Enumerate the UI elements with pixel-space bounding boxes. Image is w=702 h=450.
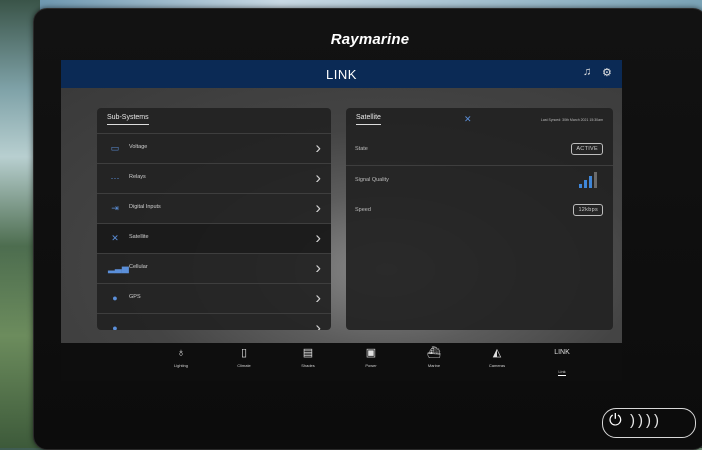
signal-quality-label: Signal Quality	[355, 177, 389, 183]
power-icon: ⏻	[609, 412, 622, 429]
gear-icon[interactable]: ⚙	[602, 66, 612, 79]
shades-icon: ▤	[302, 347, 314, 359]
battery-icon: ▭	[110, 143, 120, 153]
nav-marine[interactable]: ⛴ Marine	[409, 346, 459, 368]
chevron-right-icon: ›	[315, 228, 321, 247]
nav-climate[interactable]: ▯ Climate	[219, 346, 269, 368]
satellite-title: Satellite	[356, 114, 381, 125]
satellite-icon: ✕	[111, 233, 119, 243]
chevron-right-icon: ›	[315, 288, 321, 307]
speed-row: Speed 12kbps	[346, 196, 613, 226]
subsystems-title: Sub-Systems	[107, 114, 149, 125]
chevron-right-icon: ›	[315, 168, 321, 187]
satellite-panel: Satellite ✕ Last Synced: 30th March 2021…	[346, 108, 613, 330]
list-item-label: GPS	[129, 294, 141, 300]
satellite-header: Satellite ✕ Last Synced: 30th March 2021…	[346, 108, 613, 135]
chevron-right-icon: ›	[315, 198, 321, 217]
satellite-icon: ✕	[464, 114, 472, 124]
list-item-cellular[interactable]: ▂▃▅ Cellular ›	[97, 253, 331, 283]
input-icon: ⇥	[111, 203, 119, 213]
bell-icon[interactable]: ♫	[583, 66, 591, 78]
top-bar: LINK ♫ ⚙	[61, 60, 622, 88]
nav-label: Lighting	[173, 363, 188, 368]
display-screen: LINK ♫ ⚙ Sub-Systems ▭ Voltage › ⋯ Relay…	[61, 60, 622, 381]
list-item-partial[interactable]: ● ›	[97, 313, 331, 330]
relay-icon: ⋯	[110, 173, 120, 183]
last-synced-text: Last Synced: 30th March 2021 15:30am	[540, 118, 603, 122]
nav-cameras[interactable]: ◭ Cameras	[472, 346, 522, 368]
speed-badge: 12kbps	[573, 204, 603, 216]
nav-label: Marine	[427, 363, 441, 368]
list-item-voltage[interactable]: ▭ Voltage ›	[97, 133, 331, 163]
bulb-icon: ♁	[176, 347, 186, 359]
link-icon-text: LINK	[554, 349, 570, 356]
speed-label: Speed	[355, 207, 371, 213]
list-item-label: Satellite	[129, 234, 149, 240]
list-item-digital-inputs[interactable]: ⇥ Digital Inputs ›	[97, 193, 331, 223]
list-item-label: Voltage	[129, 144, 148, 150]
list-item-relays[interactable]: ⋯ Relays ›	[97, 163, 331, 193]
list-item-gps[interactable]: ● GPS ›	[97, 283, 331, 313]
list-item-icon: ●	[112, 323, 118, 330]
thermometer-icon: ▯	[240, 347, 248, 359]
list-item-label: Relays	[129, 174, 146, 180]
state-row: State ACTIVE	[346, 135, 613, 166]
chevron-right-icon: ›	[315, 258, 321, 277]
nav-label: Link	[558, 369, 566, 376]
nav-label: Climate	[237, 363, 251, 368]
volume-arcs-icon: ))))	[630, 412, 662, 429]
nav-link[interactable]: LINK Link	[537, 346, 587, 378]
boat-icon: ⛴	[427, 347, 441, 359]
list-item-satellite[interactable]: ✕ Satellite ›	[97, 223, 331, 253]
nav-label: Power	[365, 363, 377, 368]
page-title: LINK	[326, 67, 357, 82]
power-button[interactable]: ⏻ ))))	[602, 408, 696, 438]
brand-logo: Raymarine	[330, 31, 410, 48]
subsystems-panel: Sub-Systems ▭ Voltage › ⋯ Relays › ⇥ Dig…	[97, 108, 331, 330]
list-item-label: Cellular	[129, 264, 148, 270]
signal-strength-icon	[579, 172, 601, 188]
nav-lighting[interactable]: ♁ Lighting	[156, 346, 206, 368]
chevron-right-icon: ›	[315, 318, 321, 330]
signal-quality-row: Signal Quality	[346, 166, 613, 196]
chevron-right-icon: ›	[315, 138, 321, 157]
state-badge: ACTIVE	[571, 143, 603, 155]
subsystems-header: Sub-Systems	[97, 108, 331, 133]
nav-label: Shades	[301, 363, 315, 368]
location-pin-icon: ●	[112, 293, 118, 303]
state-label: State	[355, 146, 368, 152]
bottom-nav: ♁ Lighting ▯ Climate ▤ Shades ▣ Power ⛴ …	[61, 343, 622, 381]
nav-label: Cameras	[488, 363, 506, 368]
list-item-label: Digital Inputs	[129, 204, 161, 210]
nav-shades[interactable]: ▤ Shades	[283, 346, 333, 368]
nav-power[interactable]: ▣ Power	[346, 346, 396, 368]
camera-icon: ◭	[492, 347, 502, 359]
signal-bars-icon: ▂▃▅	[108, 263, 129, 273]
battery-icon: ▣	[365, 347, 377, 359]
